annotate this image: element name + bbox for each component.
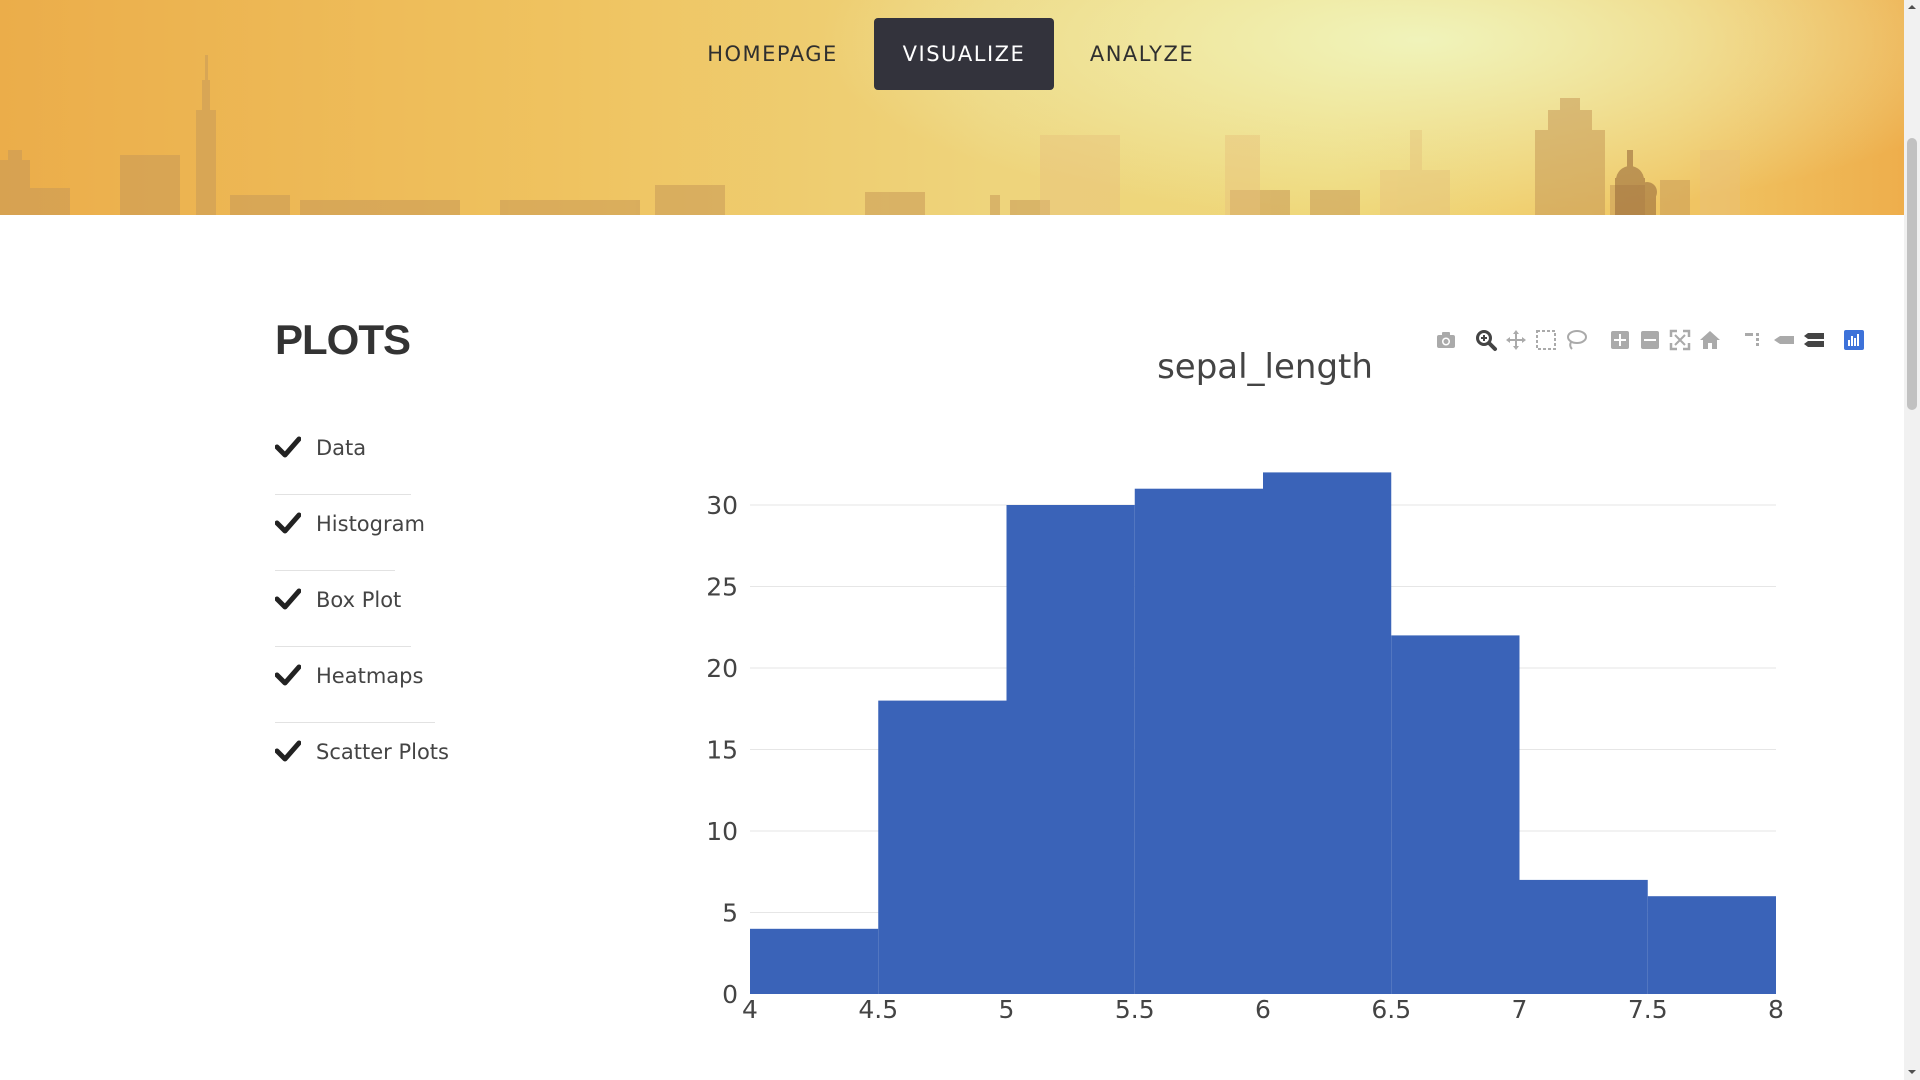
x-tick-label: 7	[1512, 995, 1528, 1024]
y-tick-label: 5	[722, 899, 738, 928]
scroll-down-arrow-icon[interactable]	[1904, 1064, 1920, 1080]
sidebar-item-label: Box Plot	[316, 588, 402, 612]
check-icon	[275, 588, 301, 610]
x-tick-label: 6.5	[1371, 995, 1411, 1024]
x-tick-label: 4	[742, 995, 758, 1024]
histogram-bar[interactable]	[1263, 472, 1392, 994]
sidebar-item-heatmaps[interactable]: Heatmaps	[275, 646, 435, 723]
nav-homepage[interactable]: HOMEPAGE	[690, 18, 855, 90]
plotly-logo-icon[interactable]	[1842, 328, 1866, 354]
y-tick-label: 20	[706, 654, 738, 683]
y-tick-label: 10	[706, 817, 738, 846]
histogram-bar[interactable]	[1006, 505, 1135, 994]
sidebar-item-label: Scatter Plots	[316, 740, 449, 764]
scrollbar-thumb[interactable]	[1907, 138, 1917, 410]
nav-analyze[interactable]: ANALYZE	[1072, 18, 1212, 90]
sidebar-item-label: Histogram	[316, 512, 425, 536]
y-tick-label: 30	[706, 491, 738, 520]
sidebar-item-histogram[interactable]: Histogram	[275, 494, 425, 571]
histogram-bar[interactable]	[1134, 488, 1263, 994]
sidebar-item-scatter-plots[interactable]: Scatter Plots	[275, 722, 449, 798]
histogram-bar[interactable]	[878, 700, 1007, 994]
histogram-bar[interactable]	[1519, 879, 1648, 994]
y-tick-label: 0	[722, 980, 738, 1009]
sidebar-title: PLOTS	[275, 316, 411, 363]
histogram-bar[interactable]	[1647, 896, 1776, 994]
x-tick-label: 5	[999, 995, 1015, 1024]
x-tick-label: 5.5	[1115, 995, 1155, 1024]
check-icon	[275, 512, 301, 534]
y-tick-label: 15	[706, 736, 738, 765]
sidebar-item-box-plot[interactable]: Box Plot	[275, 570, 411, 647]
y-tick-label: 25	[706, 573, 738, 602]
sidebar-item-label: Heatmaps	[316, 664, 424, 688]
page: HOMEPAGE VISUALIZE ANALYZE PLOTS Data Hi…	[0, 0, 1904, 1080]
x-tick-label: 6	[1255, 995, 1271, 1024]
histogram-bar[interactable]	[1391, 635, 1520, 994]
x-tick-label: 4.5	[858, 995, 898, 1024]
top-navigation: HOMEPAGE VISUALIZE ANALYZE	[0, 0, 1904, 100]
histogram-chart: 0 5 10 15 20 25 30 4 4.5 5 5.5 6 6.5 7 7.5 8	[706, 472, 1784, 1024]
check-icon	[275, 664, 301, 686]
scroll-up-arrow-icon[interactable]	[1904, 0, 1920, 14]
check-icon	[275, 740, 301, 762]
sidebar-item-data[interactable]: Data	[275, 418, 411, 495]
check-icon	[275, 436, 301, 458]
header-banner: HOMEPAGE VISUALIZE ANALYZE	[0, 0, 1904, 215]
nav-visualize[interactable]: VISUALIZE	[874, 18, 1054, 90]
vertical-scrollbar[interactable]	[1904, 0, 1920, 1080]
histogram-bar[interactable]	[750, 928, 879, 994]
sidebar-item-label: Data	[316, 436, 367, 460]
x-tick-label: 8	[1768, 995, 1784, 1024]
x-tick-label: 7.5	[1628, 995, 1668, 1024]
